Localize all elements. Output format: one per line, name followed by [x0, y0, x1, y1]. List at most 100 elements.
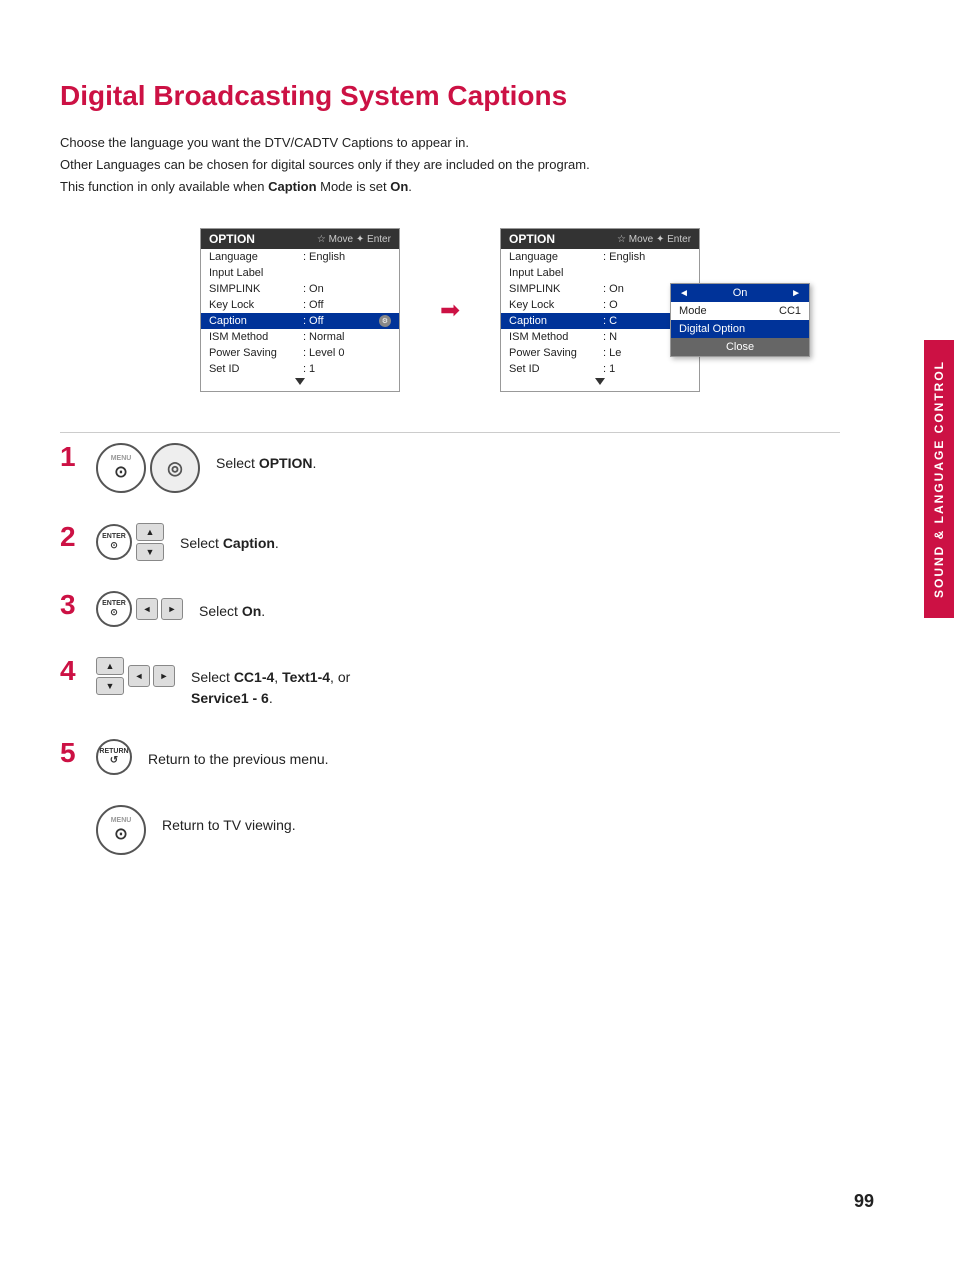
step-1-text: Select OPTION. [216, 443, 316, 474]
menu-left-row-simplink: SIMPLINK : On [201, 281, 399, 297]
option-bold: OPTION [259, 455, 313, 471]
label: Input Label [509, 267, 599, 279]
step-3: 3 ENTER ⊙ ◄ ► Select On. [60, 591, 840, 627]
down-arrow-button[interactable]: ▼ [136, 543, 164, 561]
menu-left-row-inputlabel: Input Label [201, 265, 399, 281]
label: Input Label [209, 267, 299, 279]
step-5: 5 RETURN ↺ Return to the previous menu. [60, 739, 840, 775]
menu-button: MENU ⊙ [96, 443, 146, 493]
popup-row-digital-option: Digital Option [671, 320, 809, 338]
menu-left-row-caption: Caption : Off ⚙ [201, 313, 399, 329]
menu-right-hint: ☆ Move ✦ Enter [617, 234, 691, 245]
label: Language [509, 251, 599, 263]
nav-wheel-button: ◎ [150, 443, 200, 493]
caption-bold: Caption [223, 535, 275, 551]
lr-nav: ◄ ► [136, 598, 183, 620]
left-arrow-icon: ◄ [135, 671, 144, 681]
up-arrow-button-4[interactable]: ▲ [96, 657, 124, 675]
label: ISM Method [209, 331, 299, 343]
popup-row-on: ◄ On ► [671, 284, 809, 302]
step-1: 1 MENU ⊙ ◎ Select OPTION. [60, 443, 840, 493]
menu-screenshots: OPTION ☆ Move ✦ Enter Language : English… [60, 228, 840, 392]
menu-left-row-setid: Set ID : 1 [201, 361, 399, 377]
intro-line-3: This function in only available when Cap… [60, 176, 840, 198]
left-arrow-button[interactable]: ◄ [136, 598, 158, 620]
up-down-nav: ▲ ▼ [136, 523, 164, 561]
return-button: RETURN ↺ [96, 739, 132, 775]
up-arrow-icon: ▲ [106, 661, 115, 671]
menu-button-2: MENU ⊙ [96, 805, 146, 855]
menu-left-footer [201, 377, 399, 391]
value: : 1 [303, 363, 391, 375]
cc1-bold: CC1-4 [234, 669, 274, 685]
menu-left-hint: ☆ Move ✦ Enter [317, 234, 391, 245]
step-5-text: Return to the previous menu. [148, 739, 329, 770]
step-2-text: Select Caption. [180, 523, 279, 554]
left-arrow-icon: ◄ [143, 604, 152, 614]
mode-value: CC1 [779, 305, 801, 317]
digital-option-label: Digital Option [679, 323, 745, 335]
popup-close-button[interactable]: Close [671, 338, 809, 356]
step-2-icons: ENTER ⊙ ▲ ▼ [96, 523, 164, 561]
down-arrow-icon [295, 378, 305, 385]
step-4-icons: ▲ ▼ ◄ ► [96, 657, 175, 695]
label: Set ID [509, 363, 599, 375]
arrow-right-icon: ➡ [440, 296, 460, 325]
right-arrow-button-4[interactable]: ► [153, 665, 175, 687]
step-menu-text: Return to TV viewing. [162, 805, 296, 836]
menu-left-row-powersaving: Power Saving : Level 0 [201, 345, 399, 361]
label: ISM Method [509, 331, 599, 343]
label: Power Saving [509, 347, 599, 359]
page-title: Digital Broadcasting System Captions [60, 80, 840, 112]
right-arrow-icon: ► [168, 604, 177, 614]
step-4: 4 ▲ ▼ ◄ ► [60, 657, 840, 709]
intro-line-2: Other Languages can be chosen for digita… [60, 154, 840, 176]
left-arrow-button-4[interactable]: ◄ [128, 665, 150, 687]
enter-button: ENTER ⊙ [96, 524, 132, 560]
label: SIMPLINK [509, 283, 599, 295]
step-2-number: 2 [60, 523, 80, 551]
label: Key Lock [509, 299, 599, 311]
step-5-icons: RETURN ↺ [96, 739, 132, 775]
value: : Level 0 [303, 347, 391, 359]
page-number: 99 [854, 1191, 874, 1212]
service1-bold: Service1 - 6 [191, 690, 269, 706]
down-arrow-icon: ▼ [146, 547, 155, 557]
up-down-nav-4: ▲ ▼ [96, 657, 124, 695]
step-menu: _ MENU ⊙ Return to TV viewing. [60, 805, 840, 855]
menu-right-row-setid: Set ID : 1 [501, 361, 699, 377]
step-3-icons: ENTER ⊙ ◄ ► [96, 591, 183, 627]
on-bold: On [390, 179, 408, 194]
value: : English [303, 251, 391, 263]
down-arrow-button-4[interactable]: ▼ [96, 677, 124, 695]
enter-button-2: ENTER ⊙ [96, 591, 132, 627]
up-arrow-button[interactable]: ▲ [136, 523, 164, 541]
side-tab: SOUND & LANGUAGE CONTROL [924, 340, 954, 618]
right-arrow-button[interactable]: ► [161, 598, 183, 620]
menu-right-container: OPTION ☆ Move ✦ Enter Language : English… [500, 228, 700, 392]
step-4-text: Select CC1-4, Text1-4, or Service1 - 6. [191, 657, 350, 709]
label: Key Lock [209, 299, 299, 311]
on-value: On [733, 287, 748, 299]
on-bold: On [242, 603, 261, 619]
right-nav-icon: ► [791, 288, 801, 299]
step-1-icons: MENU ⊙ ◎ [96, 443, 200, 493]
value: : Off [303, 315, 371, 327]
step-3-number: 3 [60, 591, 80, 619]
down-arrow-icon [595, 378, 605, 385]
step-menu-number: _ [60, 805, 80, 833]
settings-icon: ⚙ [379, 315, 391, 327]
label: Set ID [209, 363, 299, 375]
intro-text: Choose the language you want the DTV/CAD… [60, 132, 840, 198]
down-arrow-icon: ▼ [106, 681, 115, 691]
label: Caption [509, 315, 599, 327]
lr-nav-4: ◄ ► [128, 665, 175, 687]
value: : On [303, 283, 391, 295]
intro-line-1: Choose the language you want the DTV/CAD… [60, 132, 840, 154]
label: Power Saving [209, 347, 299, 359]
right-arrow-icon: ► [160, 671, 169, 681]
label: Caption [209, 315, 299, 327]
menu-right-row-language: Language : English [501, 249, 699, 265]
left-nav-icon: ◄ [679, 288, 689, 299]
page-content: Digital Broadcasting System Captions Cho… [0, 0, 900, 985]
